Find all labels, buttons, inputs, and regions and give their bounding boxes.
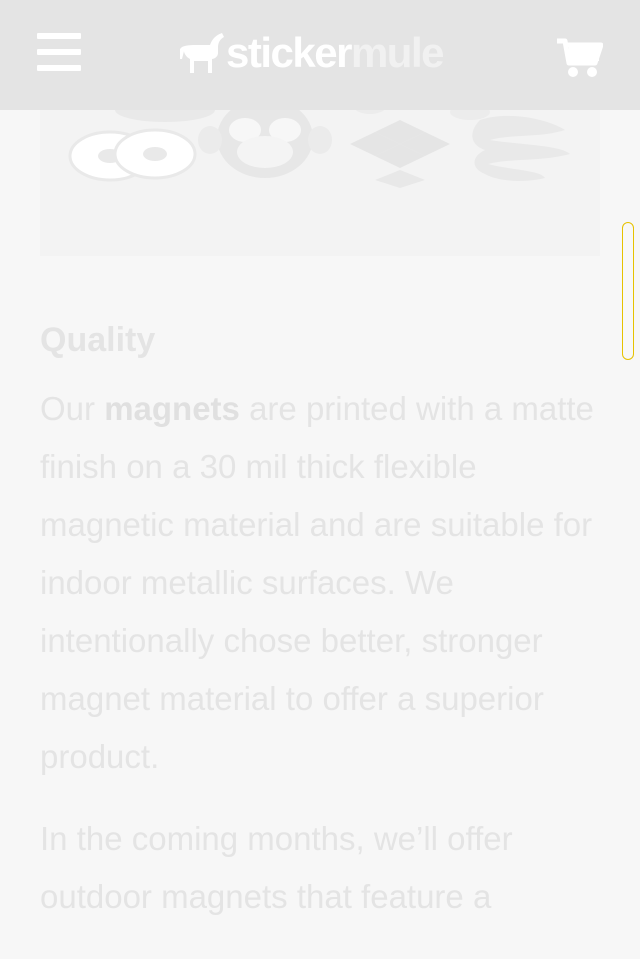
hamburger-menu-icon[interactable] [37, 33, 81, 73]
top-header: stickermule [0, 0, 640, 110]
section-heading: Quality [40, 321, 156, 359]
logo-sticker-text: sticker [226, 29, 352, 76]
dropbox-sticker [350, 120, 450, 188]
splash-sticker [472, 115, 570, 181]
mule-logo-icon [180, 33, 224, 73]
outdoor-magnets-paragraph: In the coming months, we’ll offer outdoo… [40, 820, 513, 915]
magnets-illustration [68, 94, 570, 188]
quality-section: Quality Our magnets are printed with a m… [40, 300, 600, 950]
paragraph-text-before: Our [40, 390, 105, 427]
shopping-cart-icon[interactable] [557, 37, 604, 79]
magnets-link[interactable]: magnets [104, 390, 240, 427]
wheels-sticker [68, 128, 197, 182]
logo-mule-text: mule [350, 29, 445, 76]
monkey-sticker [198, 98, 332, 178]
scrollbar-thumb[interactable] [622, 222, 634, 360]
stickermule-logo[interactable]: stickermule [180, 28, 445, 78]
paragraph-text-after: are printed with a matte finish on a 30 … [40, 390, 594, 775]
product-hero-image [40, 90, 600, 256]
page: stickermule Quality Our magnets are prin… [0, 0, 640, 959]
quality-paragraph: Our magnets are printed with a matte fin… [40, 380, 600, 786]
